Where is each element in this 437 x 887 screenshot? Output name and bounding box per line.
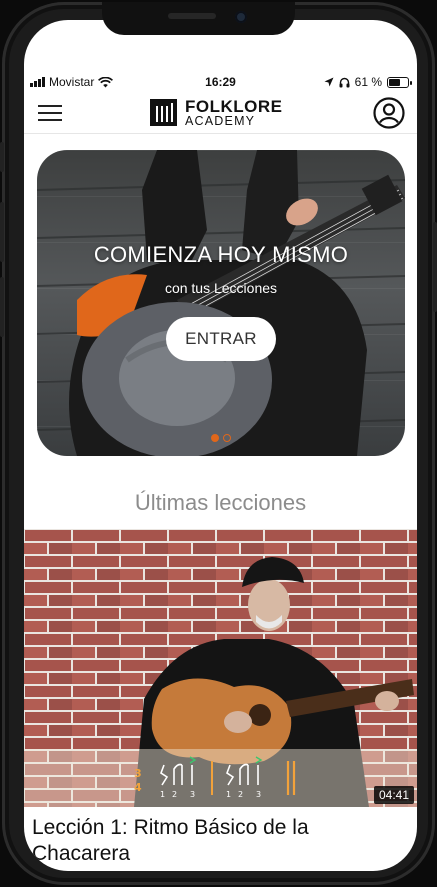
video-duration-badge: 04:41 [373,786,414,804]
logo-title: FOLKLORE [185,97,283,116]
enter-button[interactable]: ENTRAR [166,317,276,361]
hamburger-menu-icon[interactable] [38,104,62,122]
mute-switch [0,142,4,172]
headphones-icon [339,77,350,87]
section-title-latest-lessons: Últimas lecciones [134,490,307,515]
carousel-dot[interactable] [211,434,219,442]
front-camera [235,11,247,23]
hero-title: COMIENZA HOY MISMO [93,242,349,267]
phone-frame: Movistar 16:29 61 % FOLKLORE ACADEMY COM… [0,2,437,885]
location-arrow-icon [324,77,334,87]
battery-icon [387,76,412,88]
app-screen: Movistar 16:29 61 % FOLKLORE ACADEMY COM… [24,20,417,871]
lesson-thumbnail[interactable]: 3 4 123123 04:41 [24,529,417,807]
app-header: FOLKLORE ACADEMY [24,92,417,134]
carousel-dots [37,434,405,442]
volume-down-button [0,277,4,337]
lesson-video-frame: 3 4 123123 [24,529,417,807]
svg-text:3: 3 [134,767,142,780]
earpiece-speaker [168,13,216,19]
hero-carousel[interactable]: COMIENZA HOY MISMO con tus Lecciones ENT… [37,150,405,456]
hero-image-guitarist [37,150,405,456]
lesson-title[interactable]: Lección 1: Ritmo Básico de la Chacarera [32,815,402,867]
battery-percent: 61 % [354,75,382,89]
logo-subtitle: ACADEMY [185,114,256,128]
phone-notch [102,2,295,35]
battery-fill [389,78,400,86]
beat-number: 3 [256,790,261,799]
beat-number: 2 [172,790,177,799]
user-profile-icon[interactable] [373,97,405,129]
beat-number: 3 [190,790,195,799]
app-logo[interactable]: FOLKLORE ACADEMY [150,98,283,128]
hero-subtitle: con tus Lecciones [164,280,278,296]
beat-number: 1 [160,790,165,799]
status-bar: Movistar 16:29 61 % [24,72,417,92]
volume-up-button [0,202,4,262]
svg-text:4: 4 [134,781,142,794]
carousel-dot[interactable] [223,434,231,442]
logo-mark-icon [150,99,177,127]
power-button [433,222,437,312]
beat-number: 1 [226,790,231,799]
beat-number: 2 [238,790,243,799]
